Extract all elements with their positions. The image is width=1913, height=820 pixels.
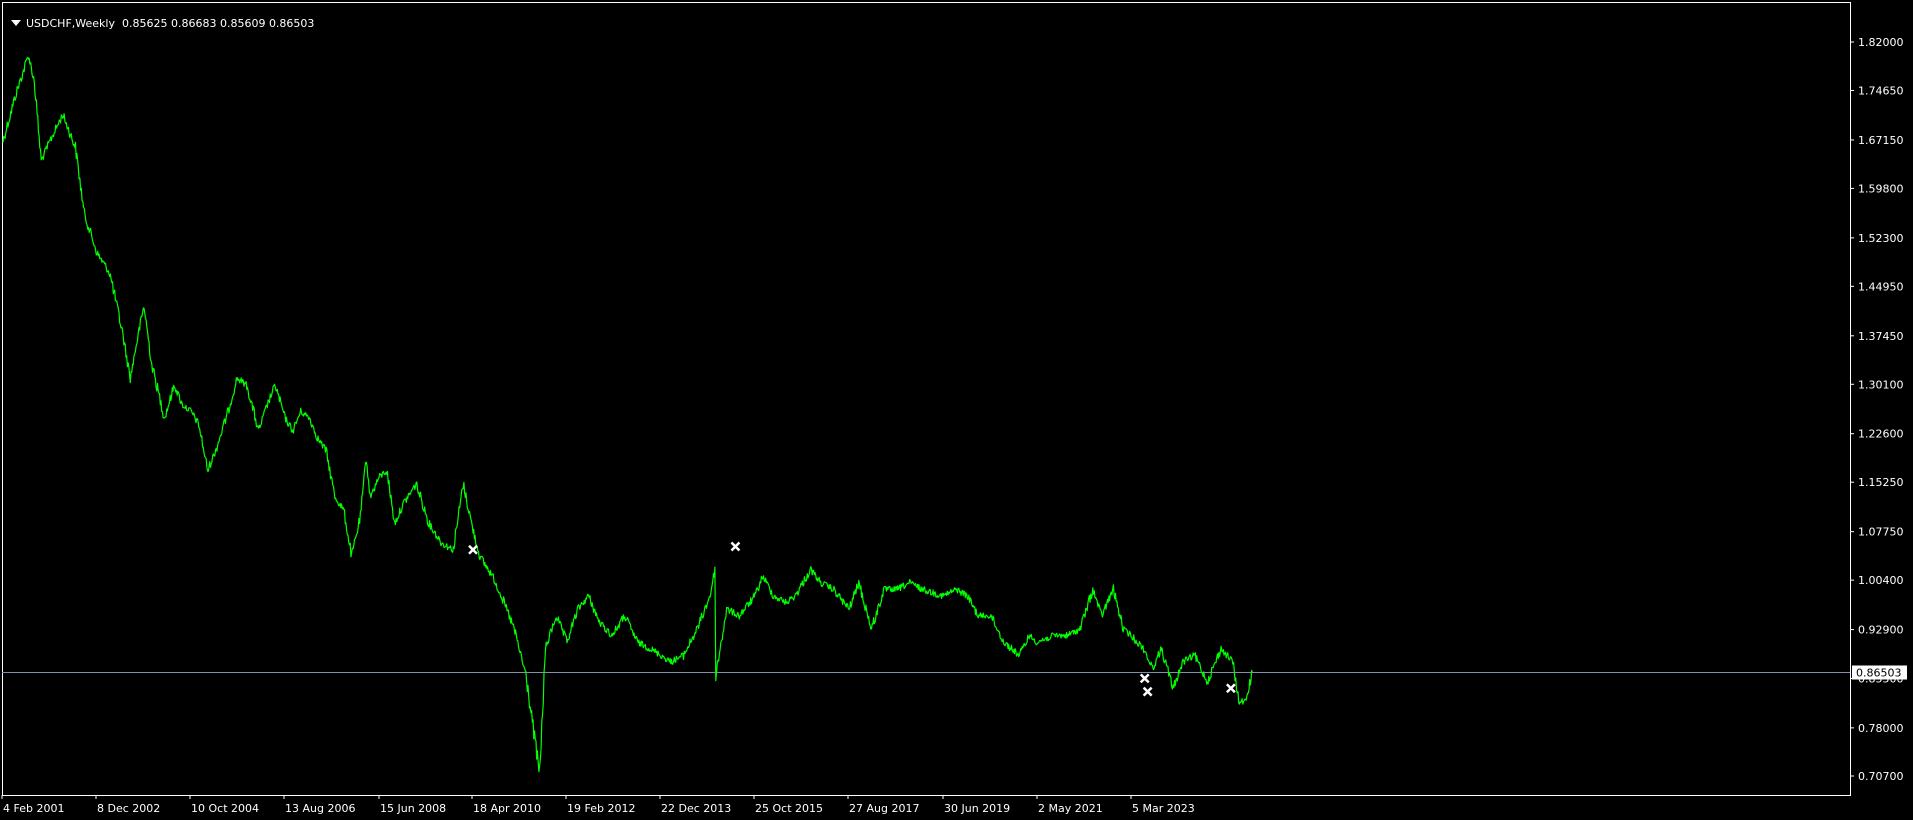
price-series-line xyxy=(2,56,1253,773)
x-tick-label: 15 Jun 2008 xyxy=(380,802,446,815)
x-axis: 4 Feb 2001 8 Dec 2002 10 Oct 2004 13 Aug 20… xyxy=(1,795,1195,815)
x-tick-label: 25 Oct 2015 xyxy=(755,802,823,815)
x-tick-label: 4 Feb 2001 xyxy=(3,802,64,815)
x-tick-label: 19 Feb 2012 xyxy=(567,802,635,815)
trade-marker-icon[interactable] xyxy=(1142,686,1153,697)
x-tick-label: 13 Aug 2006 xyxy=(285,802,355,815)
trade-marker-icon[interactable] xyxy=(468,544,478,555)
current-price-label-text: 0.86503 xyxy=(1856,667,1902,680)
x-tick-label: 2 May 2021 xyxy=(1038,802,1103,815)
x-tick-label: 10 Oct 2004 xyxy=(191,802,259,815)
price-series xyxy=(2,56,1253,773)
trade-marker-icon[interactable] xyxy=(730,541,741,552)
x-tick-label: 22 Dec 2013 xyxy=(661,802,731,815)
x-tick-label: 5 Mar 2023 xyxy=(1132,802,1195,815)
y-tick-label: 0.92900 xyxy=(1858,624,1904,637)
y-tick-label: 1.74650 xyxy=(1858,84,1904,97)
y-tick-label: 1.00400 xyxy=(1858,574,1904,587)
x-tick-label: 27 Aug 2017 xyxy=(849,802,919,815)
y-tick-label: 1.67150 xyxy=(1858,134,1904,147)
y-tick-label: 1.82000 xyxy=(1858,36,1904,49)
y-tick-label: 1.15250 xyxy=(1858,476,1904,489)
x-tick-label: 18 Apr 2010 xyxy=(473,802,541,815)
y-tick-label: 0.70700 xyxy=(1858,770,1904,783)
trade-marker-icon[interactable] xyxy=(1139,673,1150,684)
y-tick-label: 1.37450 xyxy=(1858,330,1904,343)
y-tick-label: 1.07750 xyxy=(1858,526,1904,539)
current-price-label: 0.86503 xyxy=(1852,665,1907,680)
trade-marker-icon[interactable] xyxy=(1225,683,1236,694)
y-tick-label: 1.22600 xyxy=(1858,428,1904,441)
y-tick-label: 1.30100 xyxy=(1858,378,1904,391)
y-tick-label: 0.78000 xyxy=(1858,722,1904,735)
y-tick-label: 1.59800 xyxy=(1858,182,1904,195)
y-tick-label: 1.52300 xyxy=(1858,232,1904,245)
x-tick-label: 30 Jun 2019 xyxy=(944,802,1010,815)
x-tick-label: 8 Dec 2002 xyxy=(97,802,160,815)
price-chart[interactable]: 1.82000 1.74650 1.67150 1.59800 1.52300 1.449… xyxy=(0,0,1913,820)
y-tick-label: 1.44950 xyxy=(1858,280,1904,293)
